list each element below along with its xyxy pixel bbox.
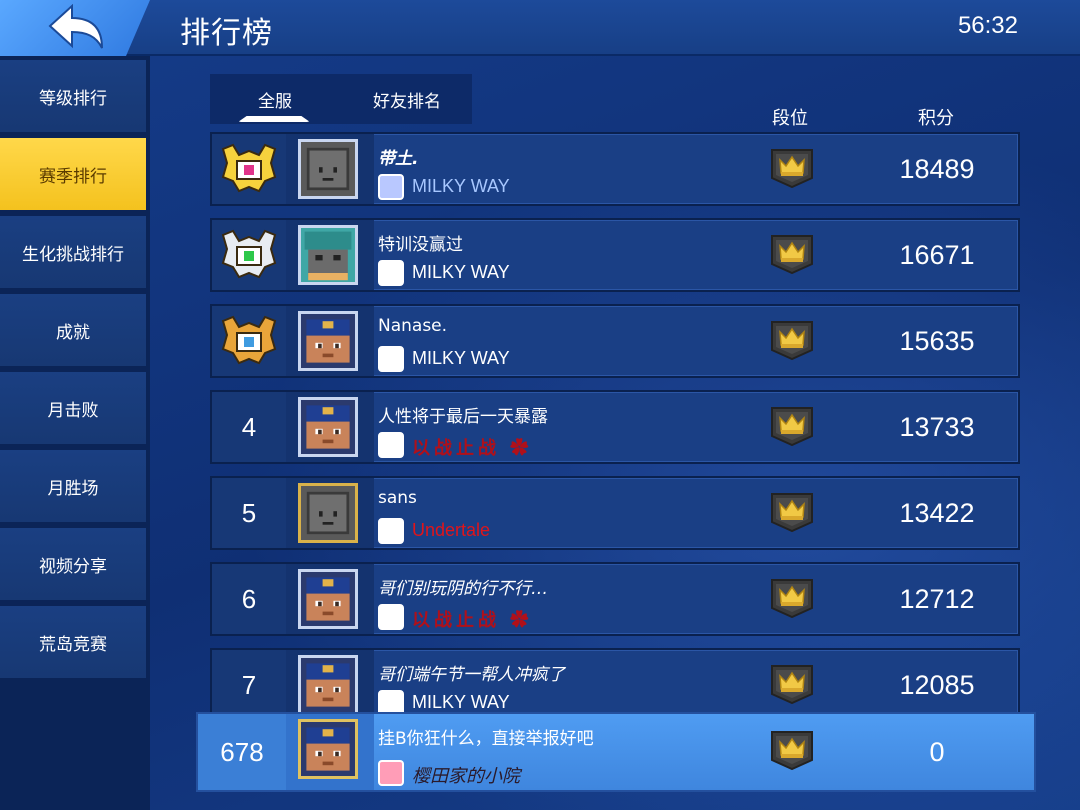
rank-number: 6 [212,564,286,634]
score: 13733 [899,411,975,442]
my-player-name: 挂B你狂什么，直接举报好吧 [378,729,594,749]
back-button[interactable] [0,0,150,56]
rank-number: 5 [212,478,286,548]
clan-icon [378,174,404,200]
top-bar: 排行榜 56:32 [0,0,1080,56]
avatar[interactable] [298,483,358,543]
avatar-cell [286,714,374,790]
player-name: 哥们端午节一帮人冲疯了 [378,665,565,685]
my-clan-name: 樱田家的小院 [412,766,520,787]
gold-medal-icon [219,141,279,197]
player-name: 带土. [378,149,419,169]
avatar[interactable] [298,311,358,371]
clock: 56:32 [957,12,1018,39]
leaderboard-row[interactable]: 6 哥们别玩阴的行不行… 以战止战 ✿ 12712 [210,562,1020,636]
rank-cell [212,220,286,290]
clan-name: MILKY WAY [412,262,510,282]
clan-icon [378,604,404,630]
score: 13422 [899,497,975,528]
clan-name: 以战止战 ✿ [412,610,533,631]
avatar[interactable] [298,569,358,629]
leaderboard-row[interactable]: 7 哥们端午节一帮人冲疯了 MILKY WAY 12085 [210,648,1020,722]
column-score-header: 积分 [918,108,954,129]
avatar-cell [286,220,374,290]
avatar-cell [286,392,374,462]
clan-name: MILKY WAY [412,692,510,712]
clan-icon [378,432,404,458]
player-name: 人性将于最后一天暴露 [378,407,548,427]
clan-name: MILKY WAY [412,176,510,196]
rank-number: 7 [212,650,286,720]
tier-crown-icon [770,664,814,704]
avatar[interactable] [298,225,358,285]
score: 15635 [899,325,975,356]
my-tier-crown-icon [770,730,814,770]
leaderboard-row[interactable]: 特训没赢过 MILKY WAY 16671 [210,218,1020,292]
avatar-cell [286,306,374,376]
tab-all-server[interactable]: 全服 [210,74,340,124]
tab-all-server-label: 全服 [258,91,292,112]
tier-crown-icon [770,578,814,618]
leaderboard-row[interactable]: 4 人性将于最后一天暴露 以战止战 ✿ 13733 [210,390,1020,464]
rank-cell [212,306,286,376]
clan-name: 以战止战 ✿ [412,438,533,459]
leaderboard-row[interactable]: 带土. MILKY WAY 18489 [210,132,1020,206]
my-score: 0 [929,736,945,767]
sidebar: 等级排行 赛季排行 生化挑战排行 成就 月击败 月胜场 视频分享 荒岛竞赛 [0,56,150,810]
sidebar-item-zombie-challenge[interactable]: 生化挑战排行 [0,216,146,290]
player-name: 哥们别玩阴的行不行… [378,579,548,599]
silver-medal-icon [219,227,279,283]
tier-crown-icon [770,492,814,532]
avatar-cell [286,478,374,548]
clan-icon [378,518,404,544]
my-rank-row[interactable]: 678 挂B你狂什么，直接举报好吧 樱田家的小院 0 [196,712,1036,792]
column-tier-header: 段位 [772,108,808,129]
player-name: 特训没赢过 [378,235,463,255]
leaderboard-row[interactable]: 5 sans Undertale 13422 [210,476,1020,550]
clan-name: Undertale [412,520,491,540]
my-rank-number: 678 [198,714,286,790]
bronze-medal-icon [219,313,279,369]
tier-crown-icon [770,148,814,188]
avatar[interactable] [298,139,358,199]
tab-friends-label: 好友排名 [373,91,441,112]
rank-cell [212,134,286,204]
sidebar-item-achievement[interactable]: 成就 [0,294,146,368]
avatar-cell [286,134,374,204]
score: 18489 [899,153,975,184]
clan-icon [378,260,404,286]
sidebar-item-season-rank[interactable]: 赛季排行 [0,138,146,212]
my-avatar[interactable] [298,719,358,779]
rank-number: 4 [212,392,286,462]
score: 12085 [899,669,975,700]
sidebar-item-video-share[interactable]: 视频分享 [0,528,146,602]
tier-crown-icon [770,406,814,446]
player-name: sans [378,488,417,508]
sidebar-item-monthly-kills[interactable]: 月击败 [0,372,146,446]
page-title: 排行榜 [180,16,273,51]
leaderboard-row[interactable]: Nanase. MILKY WAY 15635 [210,304,1020,378]
clan-icon [378,346,404,372]
avatar-cell [286,650,374,720]
score: 12712 [899,583,975,614]
tier-crown-icon [770,234,814,274]
avatar[interactable] [298,655,358,715]
back-arrow-icon [48,4,103,49]
avatar-cell [286,564,374,634]
tier-crown-icon [770,320,814,360]
score: 16671 [899,239,975,270]
tab-underline [238,116,310,122]
sidebar-item-monthly-wins[interactable]: 月胜场 [0,450,146,524]
my-clan-icon [378,760,404,786]
tab-friends[interactable]: 好友排名 [342,74,472,124]
sidebar-item-island-race[interactable]: 荒岛竞赛 [0,606,146,680]
avatar[interactable] [298,397,358,457]
clan-name: MILKY WAY [412,348,510,368]
player-name: Nanase. [378,316,448,336]
tab-bar: 全服 好友排名 [210,74,472,124]
sidebar-item-level-rank[interactable]: 等级排行 [0,60,146,134]
